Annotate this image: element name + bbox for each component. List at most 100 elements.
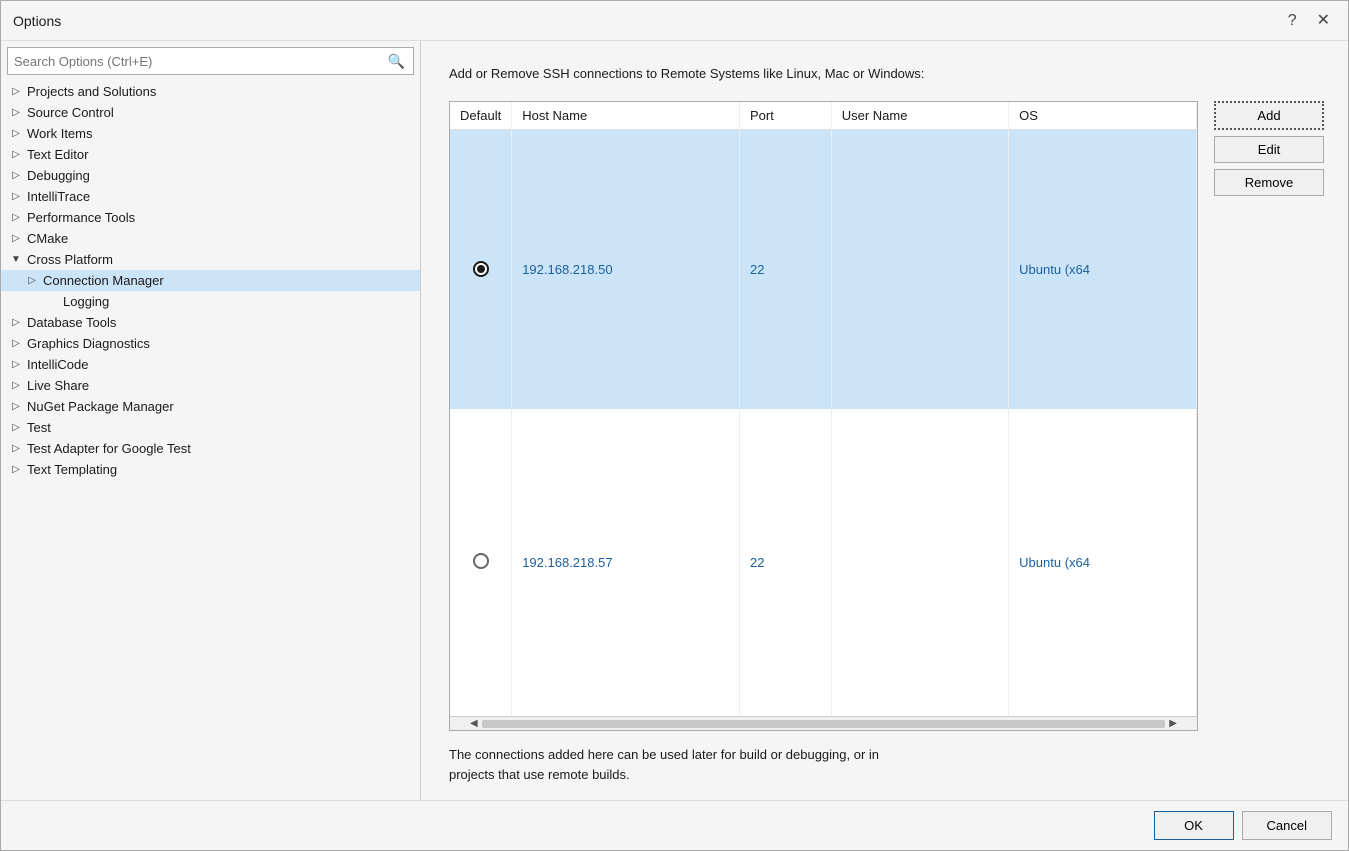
tree-item-label: Logging [63, 294, 109, 309]
tree-item[interactable]: ▷ NuGet Package Manager [1, 396, 420, 417]
action-buttons: Add Edit Remove [1214, 101, 1324, 731]
tree-item-label: Connection Manager [43, 273, 164, 288]
tree-item[interactable]: ▷ Text Templating [1, 459, 420, 480]
options-dialog: Options ? ✕ 🔍 ▷ Projects and Solutions ▷ So… [0, 0, 1349, 851]
tree-item[interactable]: ▼ Cross Platform [1, 249, 420, 270]
tree-item-label: Database Tools [27, 315, 116, 330]
tree-arrow-icon: ▷ [9, 233, 23, 244]
tree-item-label: Text Templating [27, 462, 117, 477]
tree-area: ▷ Projects and Solutions ▷ Source Control ▷ W… [1, 79, 420, 800]
radio-button[interactable] [473, 261, 489, 277]
connections-table: Default Host Name Port User Name OS 192.… [450, 102, 1197, 716]
tree-item-label: CMake [27, 231, 68, 246]
tree-item-label: Debugging [27, 168, 90, 183]
tree-arrow-icon: ▷ [9, 149, 23, 160]
scroll-right-arrow[interactable]: ▶ [1169, 718, 1177, 729]
cancel-button[interactable]: Cancel [1242, 811, 1332, 840]
os-cell: Ubuntu (x64 [1009, 130, 1197, 409]
radio-cell[interactable] [450, 130, 512, 409]
connections-table-wrapper: Default Host Name Port User Name OS 192.… [449, 101, 1198, 731]
tree-arrow-icon: ▷ [9, 107, 23, 118]
tree-arrow-icon: ▷ [9, 401, 23, 412]
tree-item[interactable]: ▷ Database Tools [1, 312, 420, 333]
host-cell: 192.168.218.57 [512, 409, 740, 716]
add-button[interactable]: Add [1214, 101, 1324, 130]
radio-cell[interactable] [450, 409, 512, 716]
tree-item-label: IntelliTrace [27, 189, 90, 204]
tree-arrow-icon: ▷ [9, 359, 23, 370]
tree-item[interactable]: ▷ Text Editor [1, 144, 420, 165]
tree-item-label: Test [27, 420, 51, 435]
title-bar-controls: ? ✕ [1282, 11, 1336, 31]
remove-button[interactable]: Remove [1214, 169, 1324, 196]
search-input[interactable] [8, 52, 380, 71]
tree-arrow-icon: ▼ [9, 254, 23, 265]
scroll-track[interactable] [482, 720, 1166, 728]
tree-item[interactable]: ▷ IntelliTrace [1, 186, 420, 207]
tree-item-label: IntelliCode [27, 357, 88, 372]
tree-item[interactable]: ▷ Source Control [1, 102, 420, 123]
tree-item-label: Projects and Solutions [27, 84, 156, 99]
tree-item[interactable]: ▷ Projects and Solutions [1, 81, 420, 102]
col-port: Port [740, 102, 832, 130]
radio-button[interactable] [473, 553, 489, 569]
close-button[interactable]: ✕ [1311, 11, 1336, 31]
port-cell: 22 [740, 130, 832, 409]
tree-item-label: Live Share [27, 378, 89, 393]
user-cell [831, 409, 1008, 716]
tree-item[interactable]: ▷ Performance Tools [1, 207, 420, 228]
tree-item-label: Work Items [27, 126, 93, 141]
tree-item-label: Text Editor [27, 147, 88, 162]
os-cell: Ubuntu (x64 [1009, 409, 1197, 716]
tree-item[interactable]: ▷ CMake [1, 228, 420, 249]
tree-item-label: Cross Platform [27, 252, 113, 267]
tree-arrow-icon: ▷ [9, 212, 23, 223]
tree-arrow-icon: ▷ [9, 317, 23, 328]
tree-arrow-icon: ▷ [9, 128, 23, 139]
tree-arrow-icon: ▷ [9, 191, 23, 202]
search-button[interactable]: 🔍 [380, 53, 413, 70]
right-panel: Add or Remove SSH connections to Remote … [421, 41, 1348, 800]
edit-button[interactable]: Edit [1214, 136, 1324, 163]
tree-arrow-icon: ▷ [25, 275, 39, 286]
tree-arrow-icon: ▷ [9, 86, 23, 97]
port-cell: 22 [740, 409, 832, 716]
main-description: Add or Remove SSH connections to Remote … [449, 65, 1324, 83]
table-row[interactable]: 192.168.218.5022Ubuntu (x64 [450, 130, 1197, 409]
tree-arrow-icon: ▷ [9, 380, 23, 391]
title-bar: Options ? ✕ [1, 1, 1348, 41]
table-header-row: Default Host Name Port User Name OS [450, 102, 1197, 130]
col-username: User Name [831, 102, 1008, 130]
user-cell [831, 130, 1008, 409]
footer-note: The connections added here can be used l… [449, 745, 1324, 784]
search-box: 🔍 [7, 47, 414, 75]
tree-item[interactable]: ▷ Graphics Diagnostics [1, 333, 420, 354]
tree-arrow-icon: ▷ [9, 422, 23, 433]
tree-arrow-icon: ▷ [9, 443, 23, 454]
tree-item-label: Performance Tools [27, 210, 135, 225]
dialog-title: Options [13, 13, 61, 29]
tree-item-label: Source Control [27, 105, 114, 120]
connections-area: Default Host Name Port User Name OS 192.… [449, 101, 1324, 731]
ok-button[interactable]: OK [1154, 811, 1234, 840]
tree-item[interactable]: ▷ Test [1, 417, 420, 438]
tree-item-label: Graphics Diagnostics [27, 336, 150, 351]
tree-item[interactable]: ▷ Connection Manager [1, 270, 420, 291]
help-button[interactable]: ? [1282, 11, 1303, 31]
tree-arrow-icon: ▷ [9, 338, 23, 349]
table-row[interactable]: 192.168.218.5722 Ubuntu (x64 [450, 409, 1197, 716]
tree-arrow-icon: ▷ [9, 464, 23, 475]
tree-arrow-icon: ▷ [9, 170, 23, 181]
tree-item[interactable]: ▷Test Adapter for Google Test [1, 438, 420, 459]
scroll-left-arrow[interactable]: ◀ [470, 718, 478, 729]
col-hostname: Host Name [512, 102, 740, 130]
tree-item[interactable]: ▷ Debugging [1, 165, 420, 186]
col-os: OS [1009, 102, 1197, 130]
tree-item-label: NuGet Package Manager [27, 399, 174, 414]
tree-item[interactable]: Logging [1, 291, 420, 312]
col-default: Default [450, 102, 512, 130]
tree-item[interactable]: ▷ Live Share [1, 375, 420, 396]
tree-item[interactable]: ▷ IntelliCode [1, 354, 420, 375]
horizontal-scrollbar[interactable]: ◀ ▶ [450, 716, 1197, 730]
tree-item[interactable]: ▷ Work Items [1, 123, 420, 144]
